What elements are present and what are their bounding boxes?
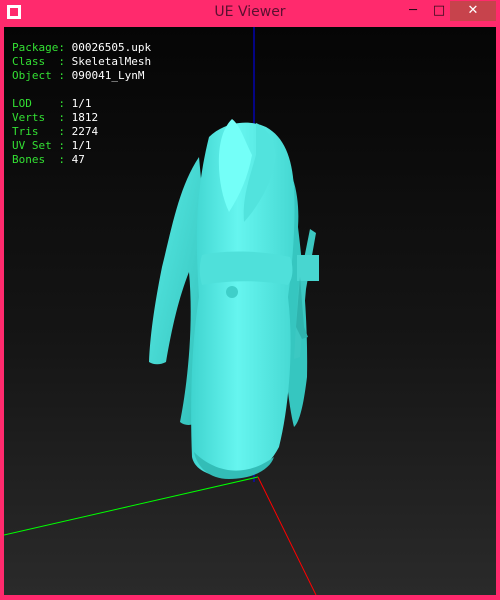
info-package: Package: 00026505.upk	[12, 41, 151, 55]
info-verts: Verts : 1812	[12, 111, 151, 125]
label-tris: Tris :	[12, 125, 72, 138]
mesh-info-panel: Package: 00026505.upk Class : SkeletalMe…	[12, 41, 151, 167]
robe-mesh	[149, 119, 319, 479]
label-uvset: UV Set :	[12, 139, 72, 152]
info-tris: Tris : 2274	[12, 125, 151, 139]
value-lod: 1/1	[71, 97, 92, 110]
value-tris: 2274	[71, 125, 99, 138]
close-button[interactable]: ✕	[450, 1, 496, 21]
value-uvset: 1/1	[71, 139, 92, 152]
axis-y-line	[4, 476, 259, 536]
info-uvset: UV Set : 1/1	[12, 139, 151, 153]
info-lod: LOD : 1/1	[12, 97, 151, 111]
3d-viewport[interactable]: Package: 00026505.upk Class : SkeletalMe…	[4, 27, 496, 595]
value-class: SkeletalMesh	[71, 55, 152, 68]
minimize-button[interactable]: ─	[402, 1, 424, 21]
axis-x-line	[257, 476, 317, 595]
title-bar[interactable]: UE Viewer ─ □ ✕	[0, 0, 500, 27]
label-object: Object :	[12, 69, 72, 82]
maximize-button[interactable]: □	[428, 1, 450, 21]
label-verts: Verts :	[12, 111, 72, 124]
app-window: UE Viewer ─ □ ✕ Package: 00026505.upk Cl…	[0, 0, 500, 600]
window-title: UE Viewer	[214, 4, 286, 20]
value-bones: 47	[71, 153, 85, 166]
value-package: 00026505.upk	[71, 41, 152, 54]
info-object: Object : 090041_LynM	[12, 69, 151, 83]
value-verts: 1812	[71, 111, 99, 124]
label-class: Class :	[12, 55, 72, 68]
robe-sash	[199, 251, 293, 285]
sash-knot	[226, 286, 238, 298]
label-lod: LOD :	[12, 97, 72, 110]
value-object: 090041_LynM	[71, 69, 145, 82]
label-package: Package:	[12, 41, 72, 54]
info-bones: Bones : 47	[12, 153, 151, 167]
label-bones: Bones :	[12, 153, 72, 166]
info-class: Class : SkeletalMesh	[12, 55, 151, 69]
sword-guard	[297, 255, 319, 281]
